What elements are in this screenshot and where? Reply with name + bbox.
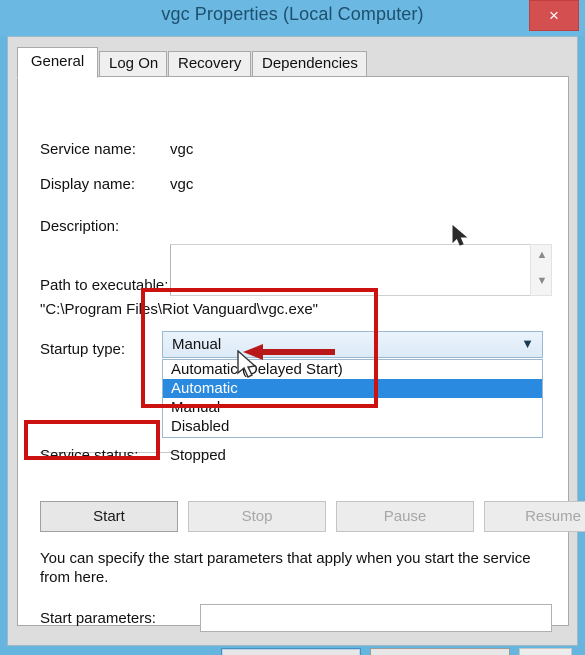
- pause-button: Pause: [336, 501, 474, 532]
- apply-button: Apply: [519, 648, 572, 655]
- cancel-button[interactable]: Cancel: [370, 648, 510, 655]
- description-field[interactable]: [170, 244, 544, 296]
- ok-button[interactable]: OK: [221, 648, 361, 655]
- dropdown-option-automatic-delayed-start[interactable]: Automatic (Delayed Start): [163, 360, 542, 379]
- start-parameters-label: Start parameters:: [40, 610, 156, 627]
- dropdown-option-automatic[interactable]: Automatic: [163, 379, 542, 398]
- tab-recovery[interactable]: Recovery: [168, 51, 251, 77]
- chevron-up-icon[interactable]: ▲: [531, 249, 553, 261]
- dialog-body: General Log On Recovery Dependencies Ser…: [7, 36, 585, 655]
- service-name-label: Service name:: [40, 141, 136, 158]
- chevron-down-icon[interactable]: ▼: [521, 336, 534, 351]
- startup-type-label: Startup type:: [40, 341, 126, 358]
- window-title: vgc Properties (Local Computer): [161, 4, 424, 24]
- service-properties-window: vgc Properties (Local Computer) × Genera…: [0, 0, 585, 655]
- startup-type-selected-value: Manual: [172, 336, 222, 353]
- path-to-executable-value: "C:\Program Files\Riot Vanguard\vgc.exe": [40, 301, 318, 318]
- tab-strip: General Log On Recovery Dependencies: [17, 47, 569, 78]
- resume-button: Resume: [484, 501, 585, 532]
- tab-log-on[interactable]: Log On: [99, 51, 167, 77]
- chevron-down-icon[interactable]: ▼: [531, 275, 553, 287]
- display-name-value: vgc: [170, 176, 194, 193]
- description-label: Description:: [40, 218, 120, 235]
- start-button[interactable]: Start: [40, 501, 178, 532]
- close-icon[interactable]: ×: [529, 0, 579, 31]
- title-bar: vgc Properties (Local Computer) ×: [0, 0, 585, 36]
- service-name-value: vgc: [170, 141, 194, 158]
- start-parameters-hint-line1: You can specify the start parameters tha…: [40, 550, 531, 567]
- tab-general[interactable]: General: [17, 47, 98, 78]
- start-parameters-hint-line2: from here.: [40, 569, 109, 586]
- stop-button: Stop: [188, 501, 326, 532]
- description-scrollbar[interactable]: ▲ ▼: [530, 244, 552, 296]
- path-to-executable-label: Path to executable:: [40, 277, 169, 294]
- display-name-label: Display name:: [40, 176, 136, 193]
- dropdown-option-manual[interactable]: Manual: [163, 398, 542, 417]
- tab-dependencies[interactable]: Dependencies: [252, 51, 367, 77]
- service-status-label: Service status:: [40, 447, 139, 464]
- dropdown-option-disabled[interactable]: Disabled: [163, 417, 542, 436]
- startup-type-dropdown-list[interactable]: Automatic (Delayed Start) Automatic Manu…: [162, 359, 543, 438]
- start-parameters-input[interactable]: [200, 604, 552, 632]
- service-status-value: Stopped: [170, 447, 226, 464]
- startup-type-combobox[interactable]: Manual ▼: [162, 331, 543, 358]
